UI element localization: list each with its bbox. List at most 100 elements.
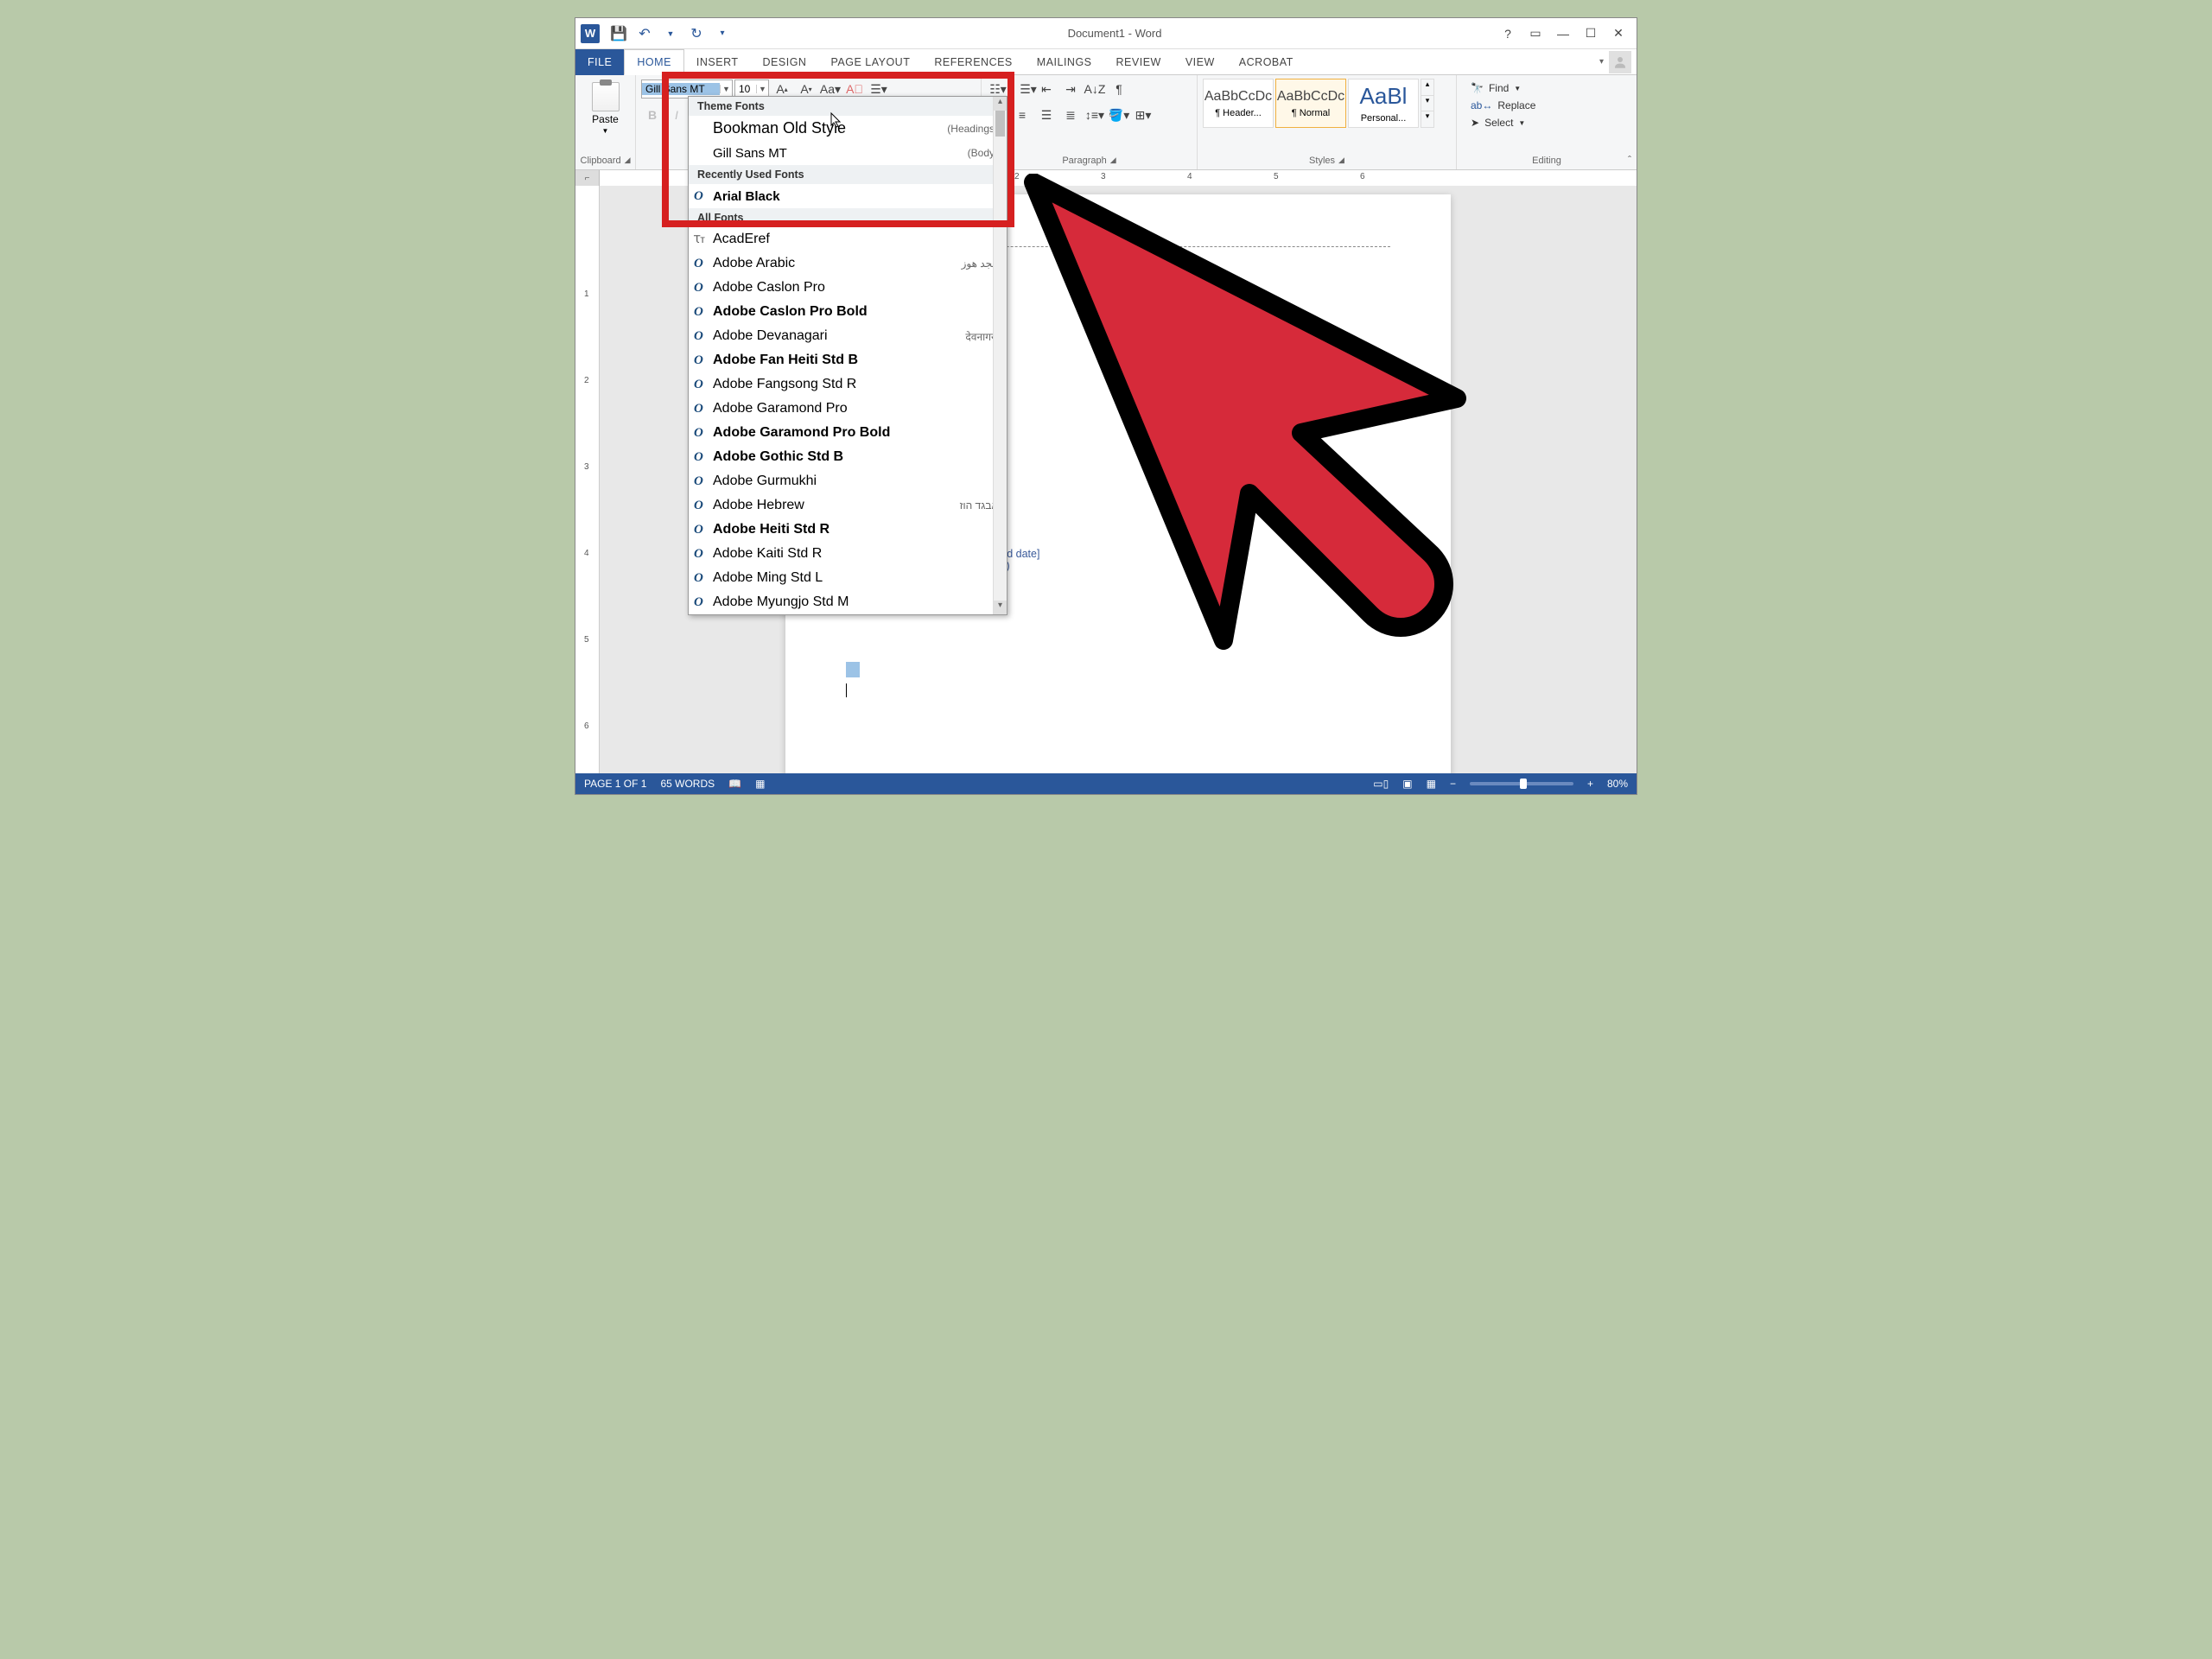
tab-acrobat[interactable]: ACROBAT	[1227, 49, 1306, 75]
decrease-indent-button[interactable]: ⇤	[1035, 79, 1058, 99]
font-size-dropdown-button[interactable]: ▼	[756, 85, 768, 93]
styles-scroll-up[interactable]: ▴	[1421, 79, 1433, 95]
font-option[interactable]: OAdobe Caslon Pro	[689, 276, 1007, 300]
zoom-out-button[interactable]: −	[1450, 778, 1456, 790]
style-personal[interactable]: AaBl Personal...	[1348, 79, 1419, 128]
font-option[interactable]: OAdobe Hebrewאבגד הוז	[689, 493, 1007, 518]
redo-button[interactable]: ↻	[684, 22, 709, 46]
help-button[interactable]: ?	[1495, 22, 1521, 46]
style-normal[interactable]: AaBbCcDc ¶ Normal	[1275, 79, 1346, 128]
font-name-label: Adobe Gurmukhi	[713, 474, 817, 489]
user-avatar[interactable]	[1609, 51, 1631, 73]
shading-button[interactable]: 🪣▾	[1108, 105, 1130, 125]
font-option[interactable]: OAdobe Kaiti Std R	[689, 542, 1007, 566]
line-spacing-button[interactable]: ↕≡▾	[1084, 105, 1106, 125]
status-bar: PAGE 1 OF 1 65 WORDS 📖 ▦ ▭▯ ▣ ▦ − + 80%	[575, 773, 1637, 794]
find-button[interactable]: 🔭Find▼	[1467, 80, 1539, 96]
borders-button[interactable]: ⊞▾	[1132, 105, 1154, 125]
scroll-thumb[interactable]	[995, 111, 1005, 137]
font-option[interactable]: OAdobe Caslon Pro Bold	[689, 300, 1007, 324]
font-option[interactable]: OAdobe Heiti Std R	[689, 518, 1007, 542]
save-button[interactable]: 💾	[607, 22, 631, 46]
proofing-icon[interactable]: 📖	[728, 778, 741, 790]
web-layout-button[interactable]: ▦	[1427, 778, 1436, 790]
styles-launcher[interactable]: ◢	[1338, 156, 1344, 166]
maximize-button[interactable]: ☐	[1578, 22, 1604, 46]
italic-button[interactable]: I	[665, 105, 688, 125]
collapse-ribbon-button[interactable]: ˆ	[1628, 154, 1631, 166]
opentype-icon: O	[694, 571, 703, 586]
font-option[interactable]: OAdobe Gurmukhi	[689, 469, 1007, 493]
font-option[interactable]: OAdobe Garamond Pro	[689, 397, 1007, 421]
font-name-label: Adobe Garamond Pro	[713, 401, 848, 416]
zoom-in-button[interactable]: +	[1587, 778, 1593, 790]
font-option[interactable]: OAdobe Arabicأبجد هوز	[689, 251, 1007, 276]
font-option[interactable]: OAdobe Myungjo Std M	[689, 590, 1007, 614]
font-option-gill-sans[interactable]: Gill Sans MT(Body)	[689, 141, 1007, 165]
show-marks-button[interactable]: ¶	[1108, 79, 1130, 99]
paste-button[interactable]: Paste ▼	[588, 79, 623, 138]
ruler-tick: 6	[1360, 172, 1365, 181]
styles-gallery[interactable]: AaBbCcDc ¶ Header... AaBbCcDc ¶ Normal A…	[1203, 79, 1434, 128]
font-option[interactable]: OAdobe Devanagariदेवनागरी	[689, 324, 1007, 348]
font-size-input[interactable]	[735, 83, 756, 95]
font-name-dropdown-button[interactable]: ▼	[720, 85, 732, 93]
align-right-button[interactable]: ☰	[1035, 105, 1058, 125]
read-mode-button[interactable]: ▭▯	[1373, 778, 1389, 790]
ribbon-menu-icon[interactable]: ▾	[1599, 57, 1604, 67]
paragraph-launcher[interactable]: ◢	[1110, 156, 1116, 166]
align-center-button[interactable]: ≡	[1011, 105, 1033, 125]
font-option[interactable]: OAdobe Fangsong Std R	[689, 372, 1007, 397]
opentype-icon: O	[694, 595, 703, 610]
replace-button[interactable]: ab↔Replace	[1467, 98, 1539, 113]
font-option[interactable]: OAdobe Fan Heiti Std B	[689, 348, 1007, 372]
font-option[interactable]: OAdobe Ming Std L	[689, 566, 1007, 590]
style-header[interactable]: AaBbCcDc ¶ Header...	[1203, 79, 1274, 128]
undo-dropdown[interactable]: ▼	[658, 22, 683, 46]
tab-insert[interactable]: INSERT	[684, 49, 751, 75]
tab-review[interactable]: REVIEW	[1104, 49, 1173, 75]
font-option[interactable]: OAdobe Garamond Pro Bold	[689, 421, 1007, 445]
style-preview: AaBbCcDc	[1277, 89, 1344, 105]
tab-home[interactable]: HOME	[624, 49, 684, 75]
font-name-input[interactable]	[642, 83, 720, 95]
close-button[interactable]: ✕	[1605, 22, 1631, 46]
word-count[interactable]: 65 WORDS	[660, 778, 715, 790]
font-option-bookman[interactable]: Bookman Old Style(Headings)	[689, 116, 1007, 141]
styles-scroll-down[interactable]: ▾	[1421, 95, 1433, 111]
scroll-up-button[interactable]: ▴	[994, 97, 1007, 111]
print-layout-button[interactable]: ▣	[1402, 778, 1412, 790]
tab-page-layout[interactable]: PAGE LAYOUT	[818, 49, 922, 75]
group-paragraph: ☷▾ ⋮☰▾ ⇤ ⇥ A↓Z ¶ ☰ ≡ ☰ ≣ ↕≡▾ 🪣▾ ⊞▾ Para	[982, 75, 1198, 169]
word-window: W 💾 ↶ ▼ ↻ ▾ Document1 - Word ? ▭ — ☐ ✕ F…	[575, 17, 1637, 795]
bold-button[interactable]: B	[641, 105, 664, 125]
tab-mailings[interactable]: MAILINGS	[1025, 49, 1104, 75]
increase-indent-button[interactable]: ⇥	[1059, 79, 1082, 99]
scroll-down-button[interactable]: ▾	[994, 601, 1007, 614]
vertical-ruler[interactable]: 1 2 3 4 5 6	[575, 186, 600, 773]
select-button[interactable]: ➤Select▼	[1467, 115, 1539, 130]
multilevel-button[interactable]: ⋮☰▾	[1011, 79, 1033, 99]
zoom-level[interactable]: 80%	[1607, 778, 1628, 790]
clipboard-launcher[interactable]: ◢	[625, 156, 631, 166]
tab-file[interactable]: FILE	[575, 49, 624, 75]
tab-view[interactable]: VIEW	[1173, 49, 1227, 75]
ribbon-display-options[interactable]: ▭	[1522, 22, 1548, 46]
dropdown-scrollbar[interactable]: ▴ ▾	[993, 97, 1007, 614]
font-option[interactable]: OAdobe Gothic Std B	[689, 445, 1007, 469]
qat-customize[interactable]: ▾	[710, 22, 734, 46]
font-dropdown-list[interactable]: Theme Fonts Bookman Old Style(Headings) …	[688, 96, 1007, 615]
justify-button[interactable]: ≣	[1059, 105, 1082, 125]
minimize-button[interactable]: —	[1550, 22, 1576, 46]
macro-icon[interactable]: ▦	[755, 778, 765, 790]
font-option-arial-black[interactable]: OArial Black	[689, 184, 1007, 208]
zoom-slider[interactable]	[1470, 782, 1573, 785]
page-indicator[interactable]: PAGE 1 OF 1	[584, 778, 646, 790]
undo-button[interactable]: ↶	[632, 22, 657, 46]
tab-references[interactable]: REFERENCES	[922, 49, 1024, 75]
tab-design[interactable]: DESIGN	[751, 49, 819, 75]
dropdown-section-recent: Recently Used Fonts	[689, 165, 1007, 184]
sort-button[interactable]: A↓Z	[1084, 79, 1106, 99]
styles-expand[interactable]: ▾	[1421, 111, 1433, 127]
font-option[interactable]: ꚌᴛAcadEref	[689, 227, 1007, 251]
